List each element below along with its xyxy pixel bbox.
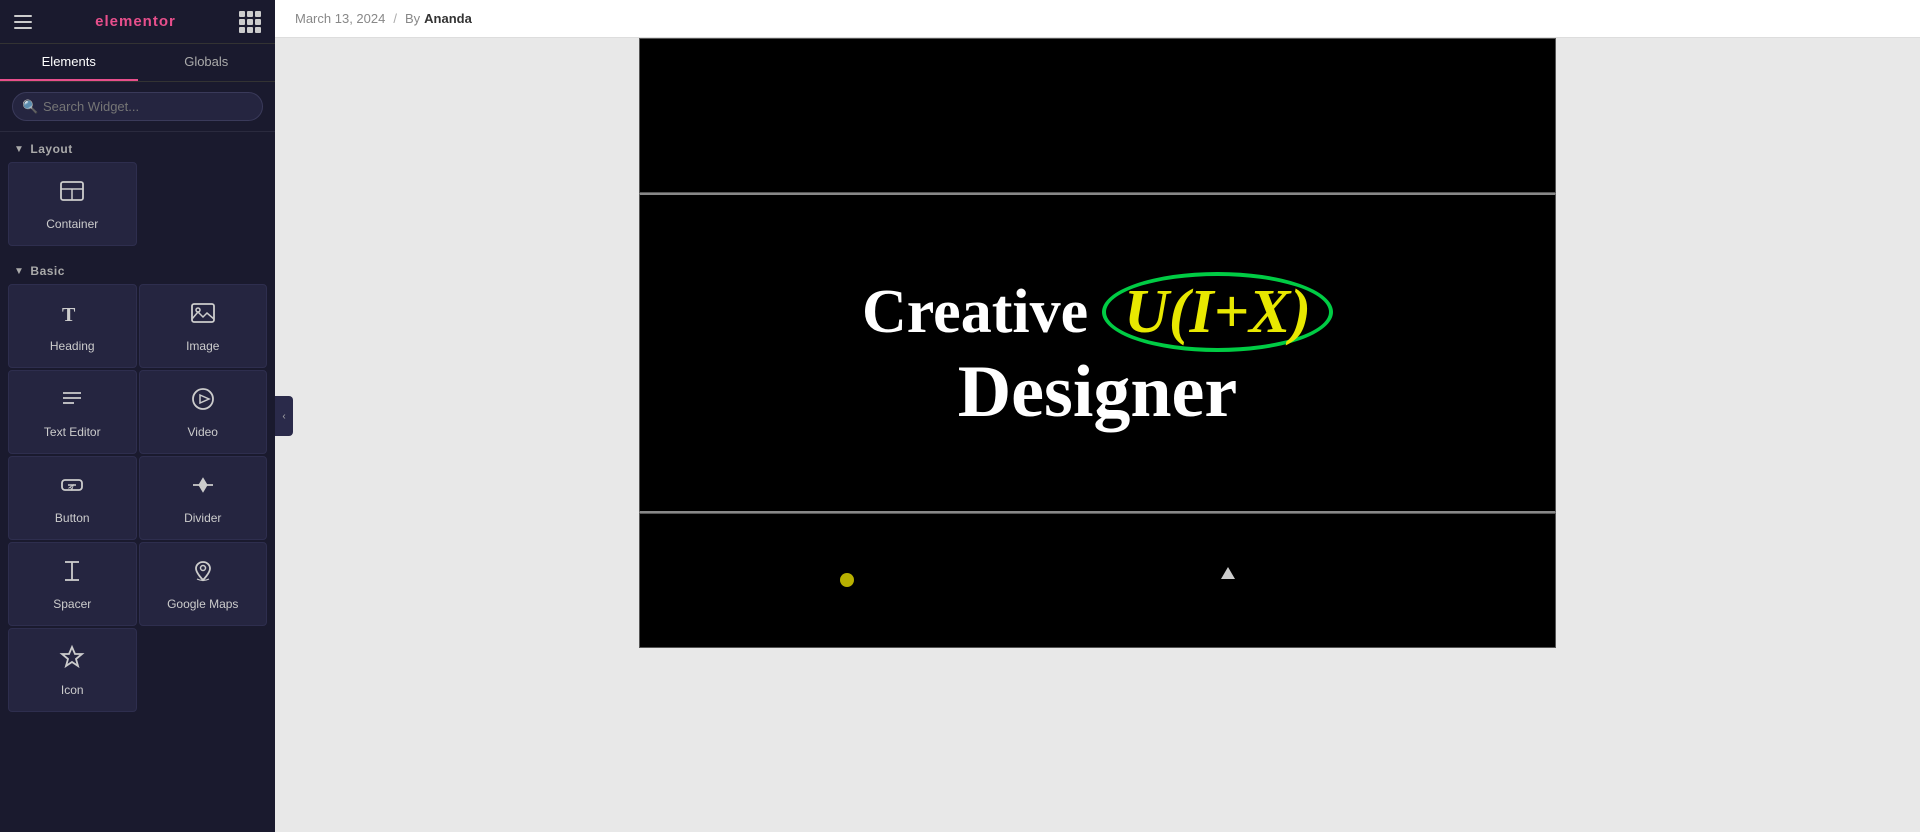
meta-separator: / (393, 11, 397, 26)
post-author: Ananda (424, 11, 472, 26)
decorative-dot (840, 573, 854, 587)
hero-line1: Creative U(I+X) (862, 272, 1333, 352)
layout-section-label: Layout (30, 142, 72, 156)
meta-bar: March 13, 2024 / By Ananda (275, 0, 1920, 38)
hero-line2: Designer (862, 352, 1333, 433)
cursor-indicator (1221, 567, 1235, 579)
image-icon (189, 299, 217, 331)
search-bar: 🔍 (0, 82, 275, 132)
heading-icon: T (58, 299, 86, 331)
text-editor-icon (58, 385, 86, 417)
button-label: Button (55, 511, 90, 525)
widget-video[interactable]: Video (139, 370, 268, 454)
widget-divider[interactable]: Divider (139, 456, 268, 540)
widget-button[interactable]: Button (8, 456, 137, 540)
widget-icon[interactable]: Icon (8, 628, 137, 712)
basic-section-header: ▼ Basic (0, 254, 275, 284)
panel-collapse-handle[interactable]: ‹ (275, 396, 293, 436)
search-input[interactable] (12, 92, 263, 121)
container-icon (58, 177, 86, 209)
widget-google-maps[interactable]: Google Maps (139, 542, 268, 626)
svg-text:T: T (62, 304, 76, 326)
post-date: March 13, 2024 (295, 11, 385, 26)
tab-elements[interactable]: Elements (0, 44, 138, 81)
apps-grid-icon[interactable] (239, 11, 261, 33)
layout-chevron-icon: ▼ (14, 144, 24, 155)
google-maps-icon (189, 557, 217, 589)
widget-image[interactable]: Image (139, 284, 268, 368)
heading-label: Heading (50, 339, 95, 353)
icon-label: Icon (61, 683, 84, 697)
hero-text-block: Creative U(I+X) Designer (862, 272, 1333, 434)
text-editor-label: Text Editor (44, 425, 101, 439)
container-label: Container (46, 217, 98, 231)
panel-tabs: Elements Globals (0, 44, 275, 82)
canvas-section-2[interactable]: Creative U(I+X) Designer (639, 193, 1556, 513)
widgets-scroll-area: ▼ Layout Container ▼ Basic (0, 132, 275, 832)
divider-icon (189, 471, 217, 503)
search-icon: 🔍 (22, 99, 38, 115)
canvas-section-1[interactable] (639, 38, 1556, 193)
layout-section-header: ▼ Layout (0, 132, 275, 162)
basic-chevron-icon: ▼ (14, 266, 24, 277)
canvas-section-3[interactable] (639, 513, 1556, 648)
main-canvas-area: March 13, 2024 / By Ananda Creative U(I+… (275, 0, 1920, 832)
video-label: Video (188, 425, 218, 439)
hero-badge: U(I+X) (1102, 272, 1333, 352)
widget-spacer[interactable]: Spacer (8, 542, 137, 626)
hero-creative-text: Creative (862, 278, 1088, 346)
divider-label: Divider (184, 511, 221, 525)
layout-widget-grid: Container (0, 162, 275, 254)
spacer-icon (58, 557, 86, 589)
panel-topbar: elementor (0, 0, 275, 44)
widget-text-editor[interactable]: Text Editor (8, 370, 137, 454)
video-icon (189, 385, 217, 417)
left-panel: elementor Elements Globals 🔍 ▼ Layout (0, 0, 275, 832)
widget-heading[interactable]: T Heading (8, 284, 137, 368)
basic-section-label: Basic (30, 264, 65, 278)
icon-widget-icon (58, 643, 86, 675)
button-icon (58, 471, 86, 503)
hamburger-menu[interactable] (14, 15, 32, 29)
basic-widget-grid: T Heading Image (0, 284, 275, 720)
image-label: Image (186, 339, 219, 353)
by-label: By (405, 11, 420, 26)
widget-container[interactable]: Container (8, 162, 137, 246)
spacer-label: Spacer (53, 597, 91, 611)
tab-globals[interactable]: Globals (138, 44, 276, 81)
canvas[interactable]: Creative U(I+X) Designer (275, 38, 1920, 832)
google-maps-label: Google Maps (167, 597, 238, 611)
elementor-logo: elementor (95, 13, 176, 30)
